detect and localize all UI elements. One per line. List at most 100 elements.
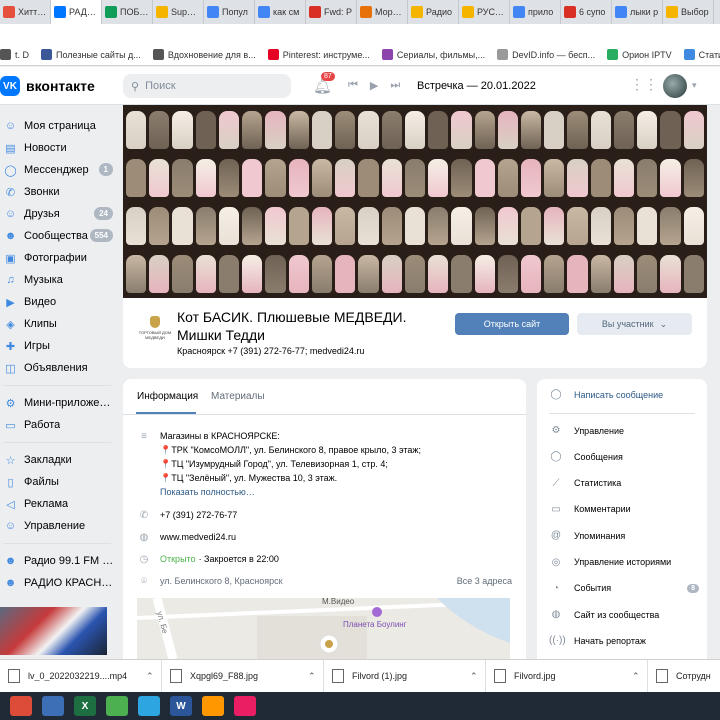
clover-icon[interactable] bbox=[106, 696, 128, 716]
bookmark-item[interactable]: Pinterest: инструме... bbox=[267, 49, 370, 60]
tab-materials[interactable]: Материалы bbox=[211, 391, 265, 402]
paint-icon[interactable] bbox=[202, 696, 224, 716]
browser-tab[interactable]: прило bbox=[510, 0, 561, 24]
bookmark-item[interactable]: t. D bbox=[0, 49, 29, 60]
excel-icon[interactable]: X bbox=[74, 696, 96, 716]
download-item[interactable]: lv_0_2022032219....mp4 ⌃ bbox=[0, 660, 162, 692]
browser-tab[interactable]: как см bbox=[255, 0, 306, 24]
globe-icon: ◍ bbox=[551, 609, 561, 621]
sidebar-item[interactable]: ▶ Видео bbox=[0, 291, 115, 313]
group-menu-item[interactable]: ◔ События 8 bbox=[549, 583, 699, 594]
browser-tab[interactable]: Радио bbox=[408, 0, 459, 24]
info-card: Информация Материалы ≡ Магазины в КРАСНО… bbox=[123, 379, 526, 659]
chevron-down-icon[interactable]: ▾ bbox=[692, 80, 697, 91]
previous-track-icon[interactable]: ⏮ bbox=[348, 79, 358, 92]
tab-favicon-icon bbox=[156, 6, 168, 18]
sidebar-item[interactable]: ☺ Друзья 24 bbox=[0, 203, 115, 225]
sidebar-item[interactable]: ◈ Клипы bbox=[0, 313, 115, 335]
bookmark-item[interactable]: Статистика сообщ... bbox=[683, 49, 720, 60]
group-avatar[interactable]: ТОРГОВЫЙ ДОМ МЕДВЕДИ bbox=[135, 308, 175, 348]
tab-title: Supu D bbox=[171, 7, 200, 17]
chevron-up-icon[interactable]: ⌃ bbox=[470, 671, 478, 682]
bookmark-item[interactable]: Полезные сайты д... bbox=[41, 49, 141, 60]
download-item[interactable]: Filvord (1).jpg ⌃ bbox=[324, 660, 486, 692]
address-value[interactable]: ул. Белинского 8, Красноярск bbox=[160, 576, 283, 586]
sidebar-item[interactable]: ▣ Фотографии bbox=[0, 247, 115, 269]
bookmark-item[interactable]: Вдохновение для в... bbox=[152, 49, 256, 60]
browser-tab[interactable]: 6 супо bbox=[561, 0, 612, 24]
download-item[interactable]: Filvord.jpg ⌃ bbox=[486, 660, 648, 692]
sidebar-item[interactable]: ☻ Радио 99.1 FM (г. ... bbox=[0, 550, 115, 572]
group-menu-item[interactable]: ◯ Сообщения bbox=[549, 451, 699, 462]
avatar[interactable] bbox=[663, 74, 687, 98]
chevron-up-icon[interactable]: ⌃ bbox=[308, 671, 316, 682]
group-menu-item[interactable]: ◯ Написать сообщение bbox=[549, 389, 699, 400]
app-icon[interactable] bbox=[42, 696, 64, 716]
group-menu-item[interactable]: ((·)) Начать репортаж bbox=[549, 635, 699, 646]
word-icon[interactable]: W bbox=[170, 696, 192, 716]
now-playing-title[interactable]: Встречка — 20.01.2022 bbox=[417, 80, 536, 92]
sidebar-item[interactable]: ▯ Файлы bbox=[0, 471, 115, 493]
group-menu-item[interactable]: ▭ Комментарии bbox=[549, 504, 699, 515]
sidebar-item[interactable]: ☺ Управление bbox=[0, 515, 115, 537]
sidebar-item[interactable]: ✚ Игры bbox=[0, 335, 115, 357]
sidebar-item[interactable]: ☆ Закладки bbox=[0, 449, 115, 471]
sidebar-item[interactable]: ◁ Реклама bbox=[0, 493, 115, 515]
sidebar-item[interactable]: ▭ Работа bbox=[0, 414, 115, 436]
member-status-button[interactable]: Вы участник ⌄ bbox=[577, 313, 692, 335]
sidebar-item[interactable]: ✆ Звонки bbox=[0, 181, 115, 203]
browser-tab[interactable]: Fwd: P bbox=[306, 0, 357, 24]
nav-video-thumbnail[interactable] bbox=[0, 607, 107, 655]
browser-tab[interactable]: Выбор bbox=[663, 0, 714, 24]
browser-tab[interactable]: лыки р bbox=[612, 0, 663, 24]
sidebar-item[interactable]: ◯ Мессенджер 1 bbox=[0, 159, 115, 181]
group-menu-item[interactable]: ⚙ Управление bbox=[549, 425, 699, 436]
phone-value[interactable]: +7 (391) 272-76-77 bbox=[160, 510, 237, 520]
sidebar-item[interactable]: ◫ Объявления bbox=[0, 357, 115, 379]
browser-address-area bbox=[0, 24, 720, 44]
next-track-icon[interactable]: ⏭ bbox=[390, 79, 400, 92]
group-menu-item[interactable]: @ Упоминания bbox=[549, 530, 699, 541]
download-item[interactable]: Xqpgl69_F88.jpg ⌃ bbox=[162, 660, 324, 692]
chrome-icon[interactable] bbox=[10, 696, 32, 716]
chevron-up-icon[interactable]: ⌃ bbox=[632, 671, 640, 682]
browser-tab[interactable]: ПОБЕД bbox=[102, 0, 153, 24]
browser-tab[interactable]: Supu D bbox=[153, 0, 204, 24]
sidebar-item[interactable]: ⚙ Мини-приложения bbox=[0, 392, 115, 414]
groups-icon: ☻ bbox=[4, 230, 17, 242]
location-map[interactable]: М.Видео Планета Боулинг ул. Бе bbox=[137, 598, 510, 659]
sidebar-item[interactable]: ☺ Моя страница bbox=[0, 115, 115, 137]
sidebar-item[interactable]: ♫ Музыка bbox=[0, 269, 115, 291]
group-menu-item[interactable]: ⟋ Статистика bbox=[549, 478, 699, 489]
open-site-button[interactable]: Открыть сайт bbox=[455, 313, 569, 335]
group-menu-item[interactable]: ◎ Управление историями bbox=[549, 557, 699, 568]
show-more-link[interactable]: Показать полностью… bbox=[160, 485, 520, 499]
sidebar-item-label: Друзья bbox=[24, 208, 60, 220]
sidebar-item[interactable]: ☻ РАДИО КРАСНОЯ... bbox=[0, 572, 115, 594]
download-item[interactable]: Сотрудн⌃ bbox=[648, 660, 720, 692]
bookmark-item[interactable]: Сериалы, фильмы,... bbox=[381, 49, 485, 60]
media-icon[interactable] bbox=[234, 696, 256, 716]
bookmark-item[interactable]: DevID.info — бесп... bbox=[497, 49, 595, 60]
site-link[interactable]: www.medvedi24.ru bbox=[160, 532, 236, 542]
chevron-up-icon[interactable]: ⌃ bbox=[146, 671, 154, 682]
apps-grid-icon[interactable]: ⋮⋮ bbox=[630, 76, 658, 93]
all-addresses-link[interactable]: Все 3 адреса bbox=[457, 576, 512, 586]
bookmark-label: Статистика сообщ... bbox=[698, 49, 720, 60]
sidebar-item[interactable]: ☻ Сообщества 554 bbox=[0, 225, 115, 247]
play-icon[interactable]: ▶ bbox=[370, 79, 378, 92]
vk-logo[interactable]: VK вконтакте bbox=[0, 76, 95, 96]
search-input[interactable]: ⚲ Поиск bbox=[123, 74, 291, 98]
browser-tab[interactable]: Морфо bbox=[357, 0, 408, 24]
plush-toy bbox=[381, 207, 402, 245]
bookmark-item[interactable]: Орион IPTV bbox=[607, 49, 672, 60]
browser-tab[interactable]: РУСАЛ bbox=[459, 0, 510, 24]
browser-tab[interactable]: Хитти 5 bbox=[0, 0, 51, 24]
tab-info[interactable]: Информация bbox=[137, 391, 198, 402]
group-menu-item[interactable]: ◍ Сайт из сообщества bbox=[549, 609, 699, 620]
telegram-icon[interactable] bbox=[138, 696, 160, 716]
browser-tab[interactable]: РАДИО bbox=[51, 0, 102, 24]
sidebar-item[interactable]: ▤ Новости bbox=[0, 137, 115, 159]
browser-tab[interactable]: Попул bbox=[204, 0, 255, 24]
plush-toy bbox=[590, 111, 611, 149]
